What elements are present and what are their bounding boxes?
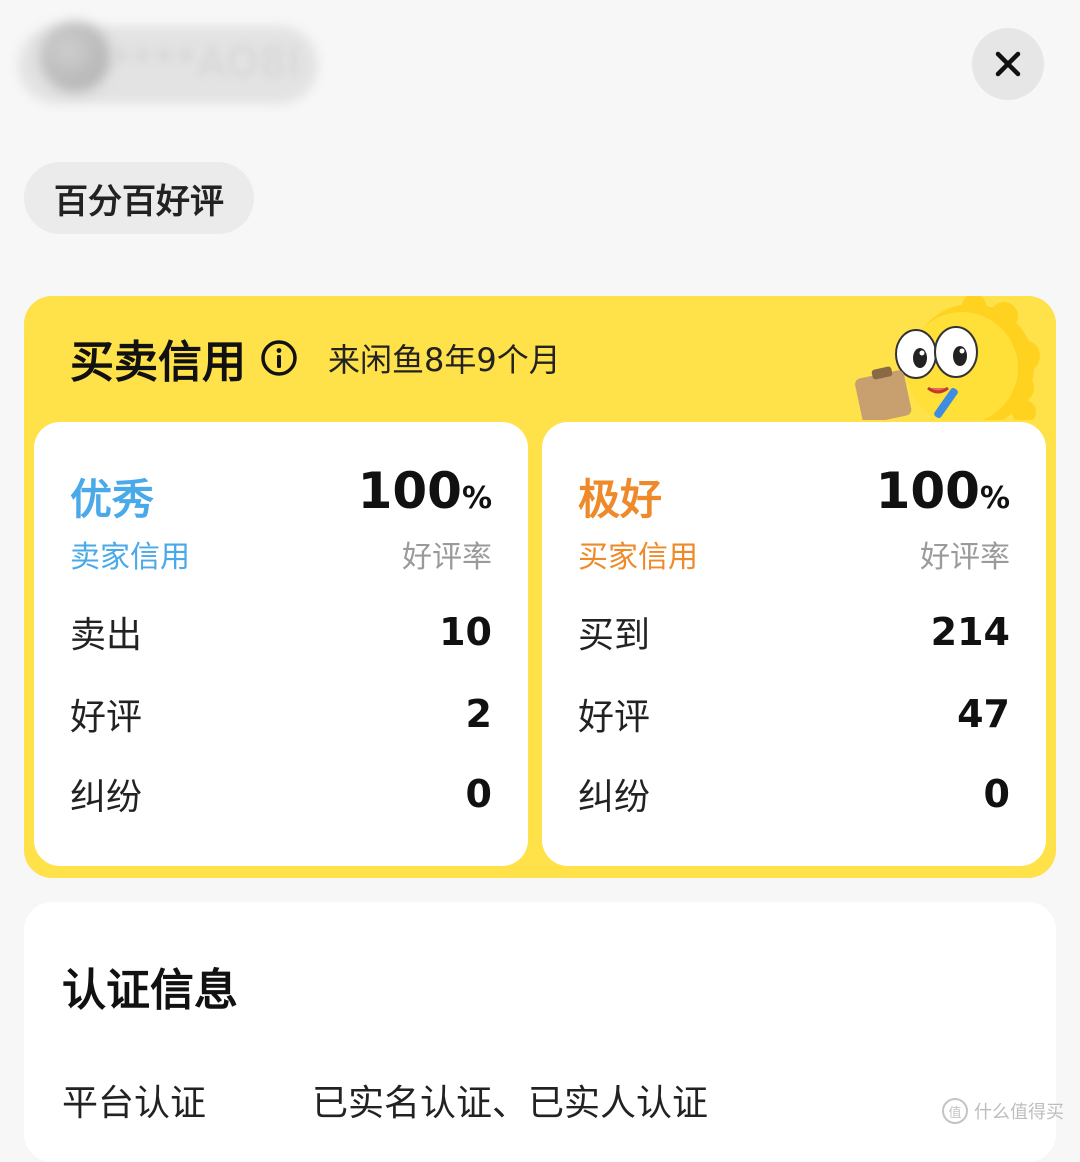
stat-label: 买到 <box>578 615 651 656</box>
rating-tag[interactable]: 百分百好评 <box>24 162 254 234</box>
verification-value: 已实名认证、已实人认证 <box>312 1083 709 1124</box>
stat-value: 214 <box>930 610 1010 654</box>
stat-label: 卖出 <box>70 615 143 656</box>
stat-value: 0 <box>465 772 492 816</box>
verification-card: 认证信息 平台认证 已实名认证、已实人认证 <box>24 902 1056 1162</box>
credit-title: 买卖信用 <box>70 337 246 388</box>
stat-value: 0 <box>983 772 1010 816</box>
close-icon <box>995 51 1021 77</box>
buyer-credit-panel[interactable]: 极好 买家信用 100% 好评率 买到 214 好评 47 纠纷 0 <box>542 422 1046 866</box>
stat-label: 好评 <box>70 697 143 738</box>
stat-value: 10 <box>439 610 492 654</box>
buyer-level: 极好 <box>578 475 663 524</box>
buyer-stat-disputes: 纠纷 0 <box>578 764 1010 824</box>
stat-value: 47 <box>957 692 1010 736</box>
watermark-logo-icon: 值 <box>942 1098 968 1124</box>
username: ****AO8I <box>110 40 302 86</box>
seller-credit-panel[interactable]: 优秀 卖家信用 100% 好评率 卖出 10 好评 2 纠纷 0 <box>34 422 528 866</box>
seller-stat-sold: 卖出 10 <box>70 602 492 662</box>
buyer-rate-value: 100 <box>875 462 980 520</box>
close-button[interactable] <box>972 28 1044 100</box>
stat-value: 2 <box>465 692 492 736</box>
profile-header: ****AO8I <box>0 0 1080 130</box>
avatar[interactable] <box>40 22 110 92</box>
credit-header: 买卖信用 来闲鱼8年9个月 <box>70 326 561 390</box>
mascot-illustration <box>855 296 1040 420</box>
watermark-text: 什么值得买 <box>974 1102 1064 1123</box>
credit-card: 买卖信用 来闲鱼8年9个月 优秀 卖家信用 100% 好评率 卖出 10 好评 … <box>24 296 1056 878</box>
verification-label: 平台认证 <box>62 1083 207 1124</box>
seller-level-label: 卖家信用 <box>70 540 190 575</box>
buyer-level-label: 买家信用 <box>578 540 698 575</box>
seller-stat-good-reviews: 好评 2 <box>70 684 492 744</box>
buyer-stat-good-reviews: 好评 47 <box>578 684 1010 744</box>
seller-positive-rate: 100% <box>358 462 492 520</box>
buyer-rate-unit: % <box>979 481 1010 516</box>
stat-label: 好评 <box>578 697 651 738</box>
platform-verification-row: 平台认证 已实名认证、已实人认证 <box>62 1074 708 1126</box>
info-icon[interactable] <box>260 339 298 377</box>
seller-rate-label: 好评率 <box>402 540 492 575</box>
seller-rate-value: 100 <box>357 462 462 520</box>
buyer-rate-label: 好评率 <box>920 540 1010 575</box>
seller-level: 优秀 <box>70 475 155 524</box>
verification-title: 认证信息 <box>62 965 238 1016</box>
membership-duration: 来闲鱼8年9个月 <box>328 341 561 379</box>
seller-rate-unit: % <box>461 481 492 516</box>
seller-stat-disputes: 纠纷 0 <box>70 764 492 824</box>
buyer-positive-rate: 100% <box>876 462 1010 520</box>
stat-label: 纠纷 <box>70 777 143 818</box>
rating-tag-label: 百分百好评 <box>54 181 224 222</box>
stat-label: 纠纷 <box>578 777 651 818</box>
buyer-stat-bought: 买到 214 <box>578 602 1010 662</box>
watermark: 值 什么值得买 <box>942 1098 1064 1124</box>
